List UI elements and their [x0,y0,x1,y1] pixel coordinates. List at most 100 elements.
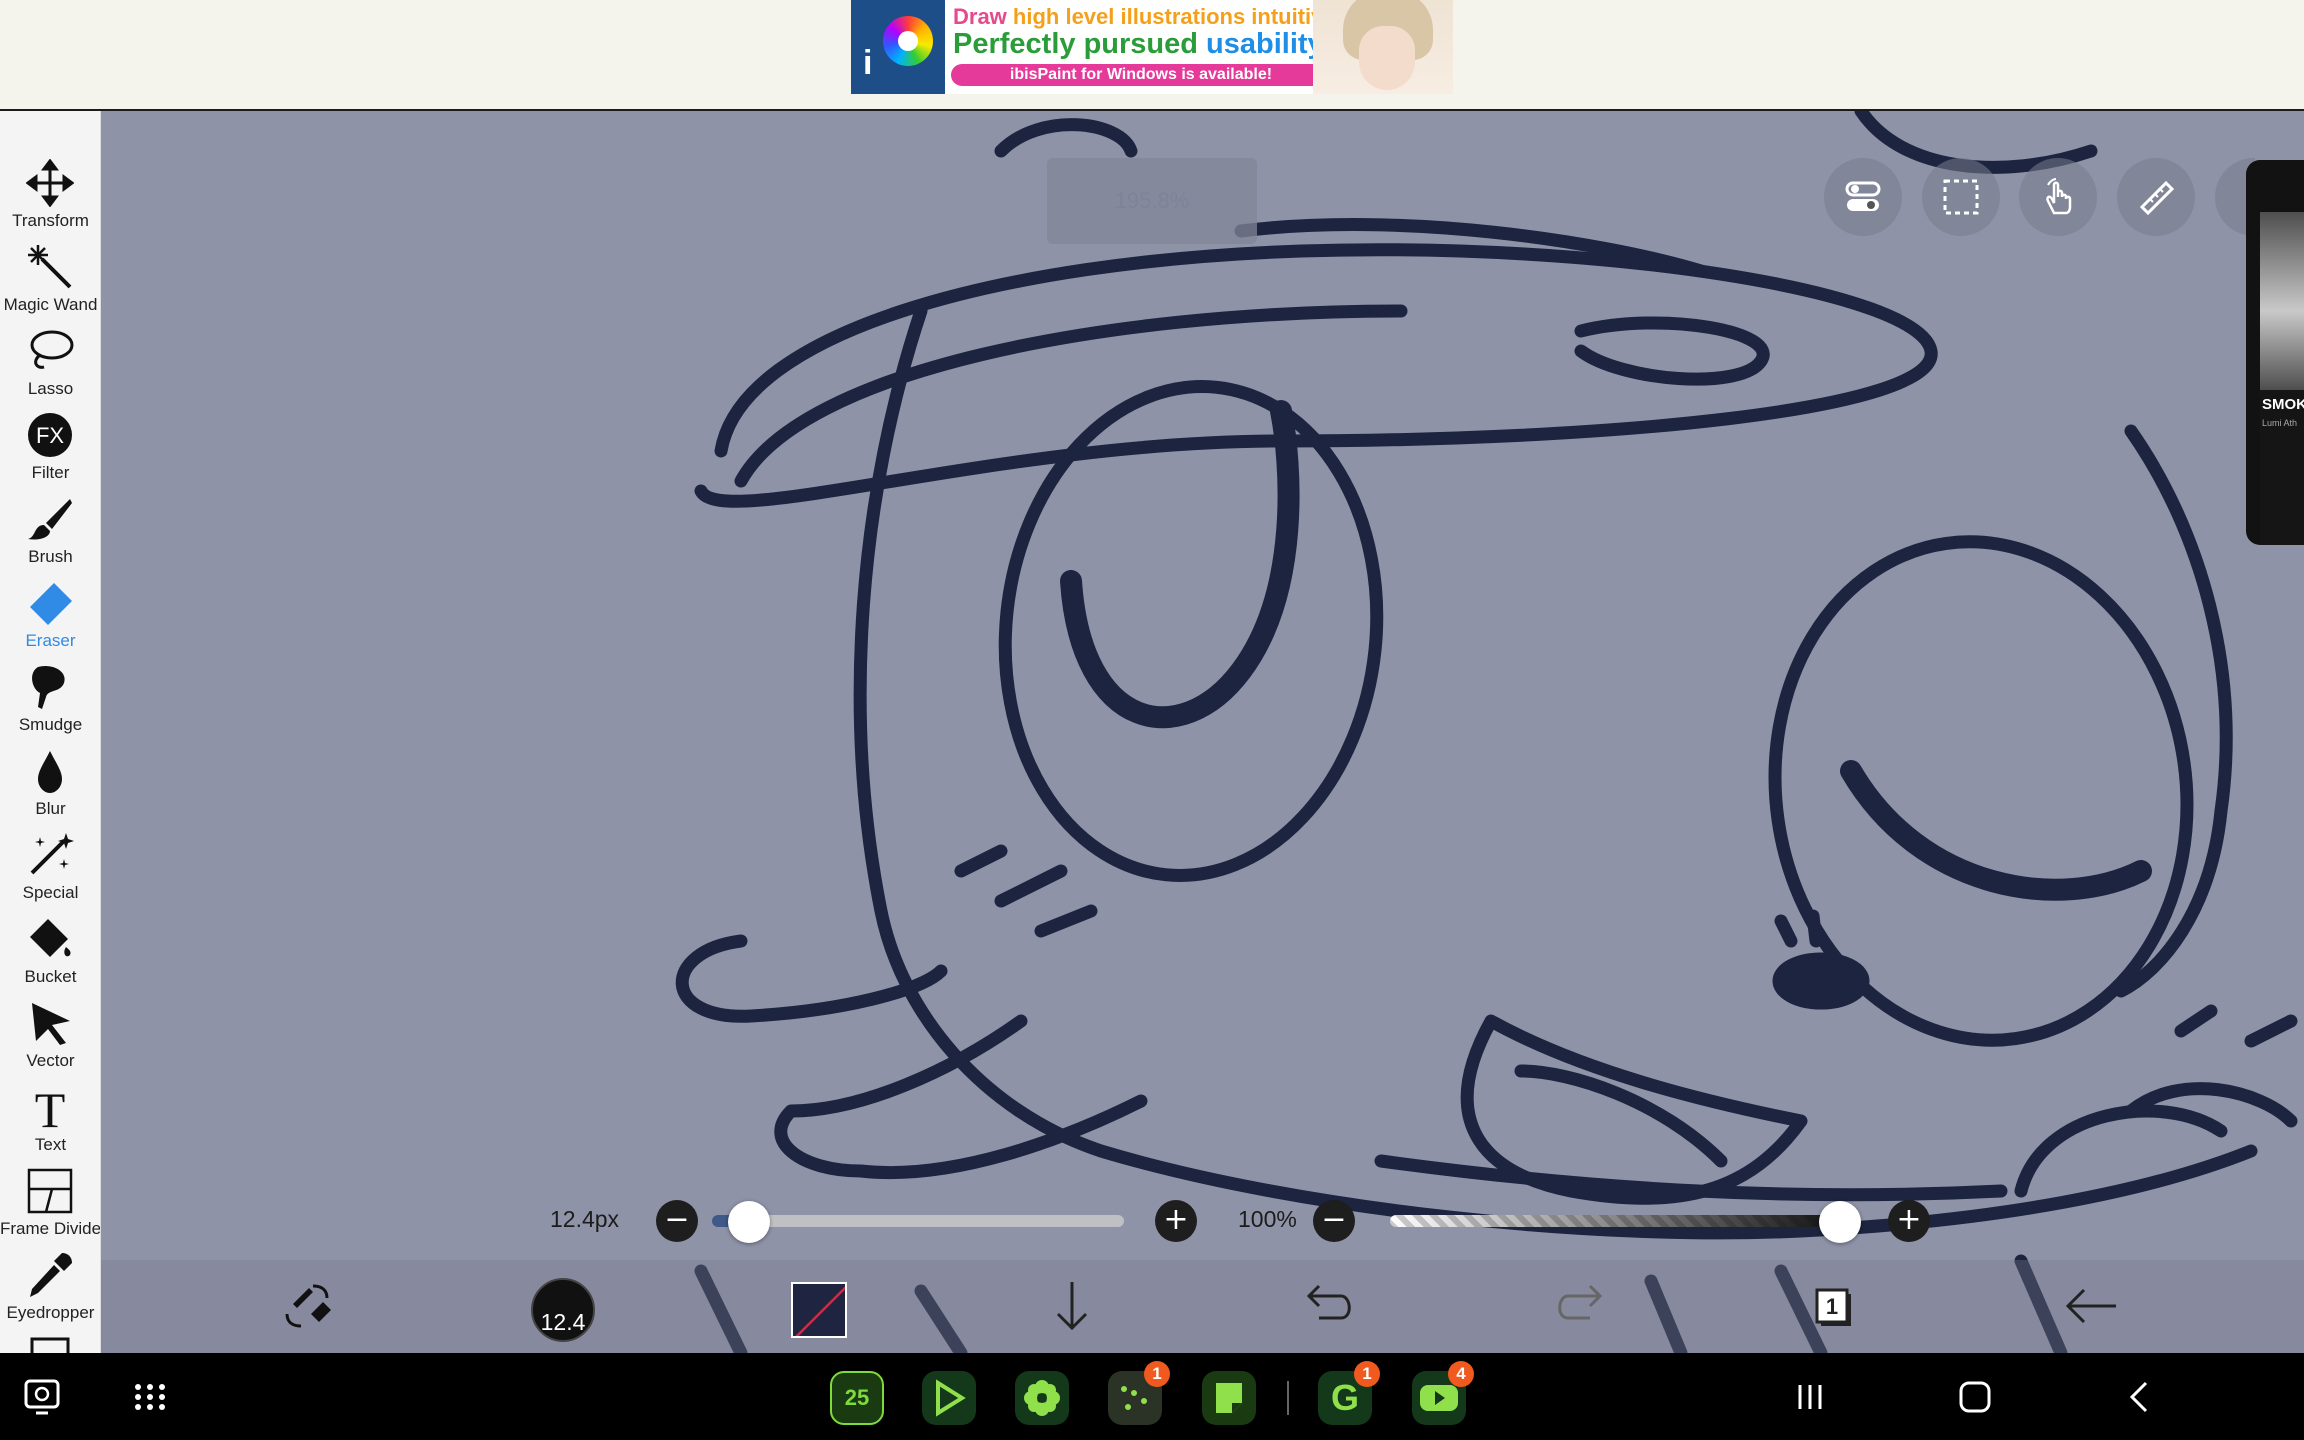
all-apps-button[interactable] [130,1377,170,1417]
brush-size-value: 12.4px [550,1206,620,1232]
cursor-arrow-icon [32,1003,70,1045]
flower-app-icon[interactable] [1015,1371,1069,1425]
media-player-overlay[interactable]: SMOK Lumi Ath [2246,160,2304,545]
selection-button[interactable] [1922,158,2000,236]
blur-drop-icon [38,751,62,793]
home-button[interactable] [1955,1377,1995,1417]
tool-sidebar: Transform Magic Wand Lasso FX Filter Bru… [0,111,101,1353]
tool-label: Text [34,1135,67,1154]
opacity-increase-button[interactable]: + [1888,1200,1930,1242]
bottom-toolbar: 12.4 1 [101,1260,2304,1353]
tool-smudge[interactable]: Smudge [0,655,100,739]
layer-count: 1 [1826,1294,1838,1319]
color-swatch-button[interactable] [791,1282,847,1338]
tool-frame-divider[interactable]: Frame Divider [0,1159,101,1243]
ruler-button[interactable] [2117,158,2195,236]
flower-icon [1024,1380,1060,1416]
ibispaint-app: i Draw high level illustrations intuitiv… [0,0,2304,1440]
opacity-thumb[interactable] [1819,1201,1861,1243]
recent-history-icon [24,1379,60,1415]
eyedropper-icon [30,1253,72,1297]
tool-switch-button[interactable] [271,1270,343,1342]
size-decrease-button[interactable]: − [656,1200,698,1242]
toggle-icon [1845,181,1881,211]
touch-gesture-button[interactable] [2019,158,2097,236]
system-back-button[interactable] [2120,1377,2160,1417]
size-track[interactable] [712,1215,1124,1227]
import-button[interactable] [1036,1270,1108,1342]
undo-icon [1306,1284,1351,1320]
toggle-switch-button[interactable] [1824,158,1902,236]
tool-more[interactable] [0,1327,100,1353]
tool-vector[interactable]: Vector [0,991,100,1075]
brush-eraser-swap-icon [285,1284,331,1328]
taskbar-divider [1287,1381,1289,1415]
ad-banner[interactable]: i Draw high level illustrations intuitiv… [851,0,1453,94]
tool-label: Transform [12,211,89,230]
tool-brush[interactable]: Brush [0,487,100,571]
opacity-decrease-button[interactable]: − [1313,1200,1355,1242]
opacity-value: 100% [1238,1206,1297,1232]
play-store-app-icon[interactable] [922,1371,976,1425]
track-artist: Lumi Ath [2262,418,2298,428]
down-arrow-icon [1056,1282,1088,1331]
recents-button[interactable] [1790,1377,1830,1417]
tool-lasso[interactable]: Lasso [0,319,100,403]
brush-size-slider[interactable]: 12.4px − + [540,1196,1200,1246]
ad-headline: Draw high level illustrations intuitivel… [953,4,1362,29]
chevron-left-icon [2129,1381,2148,1413]
tool-blur[interactable]: Blur [0,739,100,823]
app-grid-icon [135,1384,165,1410]
tool-label: Eyedropper [6,1303,95,1322]
text-t-icon: T [35,1083,66,1131]
brush-opacity-slider[interactable]: 100% − + [1230,1196,1940,1246]
notification-badge: 1 [1354,1361,1380,1387]
opacity-track[interactable] [1390,1215,1840,1227]
fx-icon: FX [28,413,72,457]
marquee-selection-icon [1943,179,1979,215]
tool-filter[interactable]: FX Filter [0,403,100,487]
tool-magic-wand[interactable]: Magic Wand [0,235,100,319]
ad-cta[interactable]: ibisPaint for Windows is available! [951,64,1331,86]
canvas-icon [30,1337,70,1353]
tool-text[interactable]: T Text [0,1075,100,1159]
grammarly-app-icon[interactable]: G 1 [1318,1361,1380,1425]
eraser-icon [30,583,72,625]
undo-button[interactable] [1291,1270,1363,1342]
hand-touch-icon [2046,178,2072,215]
tool-transform[interactable]: Transform [0,151,100,235]
tool-special[interactable]: Special [0,823,100,907]
drawing-canvas[interactable]: 195.8% [101,111,2304,1353]
ibispaint-logo: i [851,0,945,94]
size-thumb[interactable] [728,1201,771,1243]
tool-label: Bucket [24,967,77,986]
notes-icon [1216,1383,1242,1413]
tool-bucket[interactable]: Bucket [0,907,100,991]
back-button[interactable] [2056,1270,2128,1342]
zoom-indicator: 195.8% [1047,158,1257,244]
notification-badge: 1 [1144,1361,1170,1387]
system-nav-bar: 25 1 G 1 4 [0,1353,2304,1440]
taskbar-history-button[interactable] [22,1375,68,1421]
tool-eyedropper[interactable]: Eyedropper [0,1243,100,1327]
recents-icon [1798,1385,1822,1409]
tool-eraser[interactable]: Eraser [0,571,100,655]
ad-bar: i Draw high level illustrations intuitiv… [0,0,2304,111]
tool-label: Vector [26,1051,75,1070]
dots-app-icon[interactable]: 1 [1108,1361,1170,1425]
tool-label: Frame Divider [0,1219,101,1238]
redo-button[interactable] [1546,1270,1618,1342]
size-increase-button[interactable]: + [1155,1200,1197,1242]
lasso-icon [30,330,74,369]
special-sparkle-icon [30,833,74,875]
brush-size-button[interactable]: 12.4 [531,1278,595,1342]
redo-icon [1558,1284,1603,1320]
track-title: SMOK [2262,396,2304,413]
notes-app-icon[interactable] [1202,1371,1256,1425]
ruler-icon [2139,180,2175,216]
youtube-app-icon[interactable]: 4 [1412,1361,1474,1425]
layers-button[interactable]: 1 [1801,1270,1873,1342]
tool-label: Blur [35,799,66,818]
layers-icon: 1 [1815,1288,1851,1326]
calendar-app-icon[interactable]: 25 [830,1371,884,1425]
